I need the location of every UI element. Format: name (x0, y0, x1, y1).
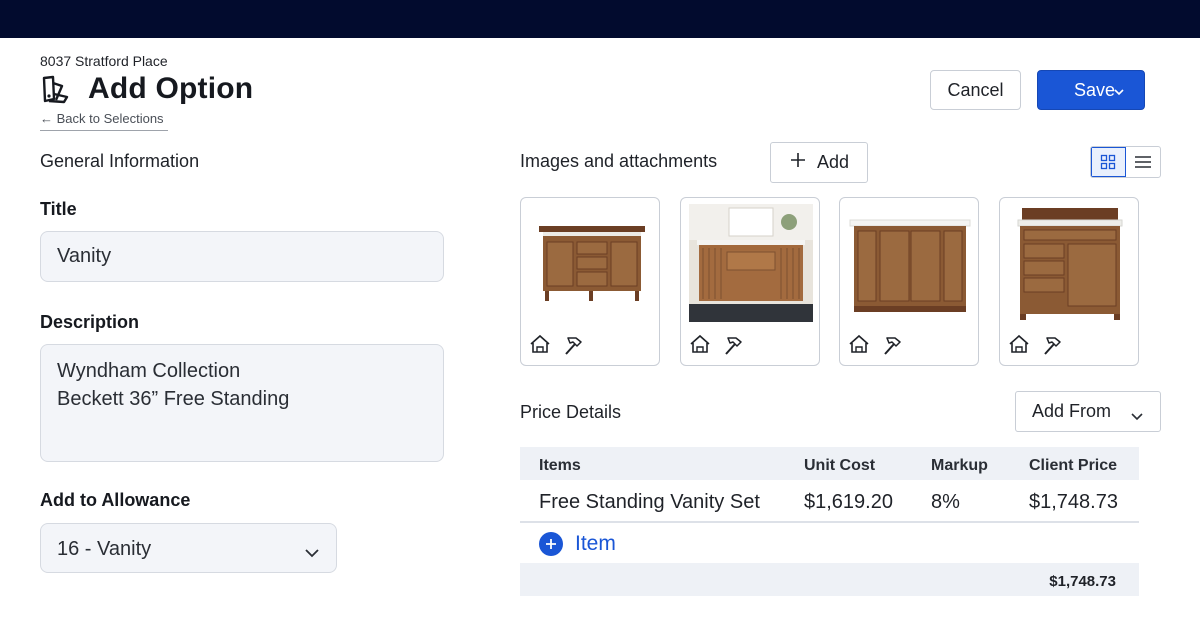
client-price: $1,748.73 (1029, 491, 1118, 513)
column-header-markup: Markup (931, 457, 988, 474)
total-client-price: $1,748.73 (1049, 573, 1116, 590)
page-title: Add Option (88, 72, 254, 105)
vanity-image (529, 204, 653, 322)
home-icon[interactable] (529, 334, 551, 361)
chevron-down-icon (304, 542, 320, 565)
project-address: 8037 Stratford Place (40, 53, 168, 69)
attachment-thumbnail[interactable] (839, 197, 979, 366)
cancel-button-label: Cancel (947, 79, 1004, 100)
item-name: Free Standing Vanity Set (539, 491, 760, 513)
table-row[interactable]: Free Standing Vanity Set $1,619.20 8% $1… (520, 480, 1139, 523)
swatch-book-icon (40, 74, 72, 104)
hammer-icon[interactable] (882, 334, 906, 361)
title-input-value: Vanity (57, 245, 112, 267)
add-attachment-button[interactable]: Add (770, 142, 868, 183)
list-view-icon[interactable] (1126, 147, 1160, 177)
description-textarea[interactable]: Wyndham Collection Beckett 36” Free Stan… (40, 344, 444, 462)
allowance-select-value: 16 - Vanity (57, 538, 152, 560)
chevron-down-icon (1130, 407, 1144, 428)
description-line-2: Beckett 36” Free Standing (57, 388, 290, 410)
home-icon[interactable] (848, 334, 870, 361)
grid-view-icon[interactable] (1091, 147, 1126, 177)
plus-icon (789, 151, 817, 174)
add-attachment-label: Add (816, 152, 850, 172)
table-header: Items Unit Cost Markup Client Price (520, 447, 1139, 480)
hammer-icon[interactable] (723, 334, 747, 361)
vanity-image (848, 204, 972, 322)
unit-cost: $1,619.20 (804, 491, 893, 513)
description-label: Description (40, 312, 140, 332)
add-item-button[interactable]: Item (539, 532, 616, 556)
title-label: Title (40, 199, 77, 219)
hammer-icon[interactable] (563, 334, 587, 361)
vanity-image (1008, 204, 1132, 322)
add-item-label: Item (575, 532, 616, 555)
chevron-down-icon[interactable] (1112, 83, 1126, 104)
images-attachments-heading: Images and attachments (520, 151, 718, 171)
column-header-items: Items (539, 457, 581, 474)
attachment-thumbnail[interactable] (999, 197, 1139, 366)
cancel-button[interactable]: Cancel (930, 70, 1021, 110)
save-button-label: Save (1074, 79, 1116, 100)
attachment-thumbnail[interactable] (520, 197, 660, 366)
allowance-label: Add to Allowance (40, 490, 191, 510)
description-line-1: Wyndham Collection (57, 360, 241, 382)
table-footer-total: $1,748.73 (520, 563, 1139, 596)
plus-circle-icon (539, 532, 563, 556)
column-header-unit-cost: Unit Cost (804, 457, 876, 474)
price-table: Items Unit Cost Markup Client Price Free… (520, 447, 1139, 596)
general-information-heading: General Information (40, 151, 200, 171)
home-icon[interactable] (1008, 334, 1030, 361)
view-toggle (1090, 146, 1161, 178)
allowance-select[interactable]: 16 - Vanity (40, 523, 337, 573)
back-to-selections-link[interactable]: ← Back to Selections (40, 111, 168, 131)
add-from-dropdown[interactable]: Add From (1015, 391, 1161, 432)
add-from-label: Add From (1032, 401, 1112, 421)
save-button[interactable]: Save (1037, 70, 1145, 110)
home-icon[interactable] (689, 334, 711, 361)
vanity-image (689, 204, 813, 322)
attachment-thumbnail[interactable] (680, 197, 820, 366)
title-input[interactable]: Vanity (40, 231, 444, 282)
add-item-row: Item (520, 523, 1139, 563)
top-nav-bar (0, 0, 1200, 38)
hammer-icon[interactable] (1042, 334, 1066, 361)
markup: 8% (931, 491, 960, 513)
column-header-client-price: Client Price (1029, 457, 1118, 474)
price-details-heading: Price Details (520, 402, 622, 422)
page-title-row: Add Option (40, 72, 253, 106)
